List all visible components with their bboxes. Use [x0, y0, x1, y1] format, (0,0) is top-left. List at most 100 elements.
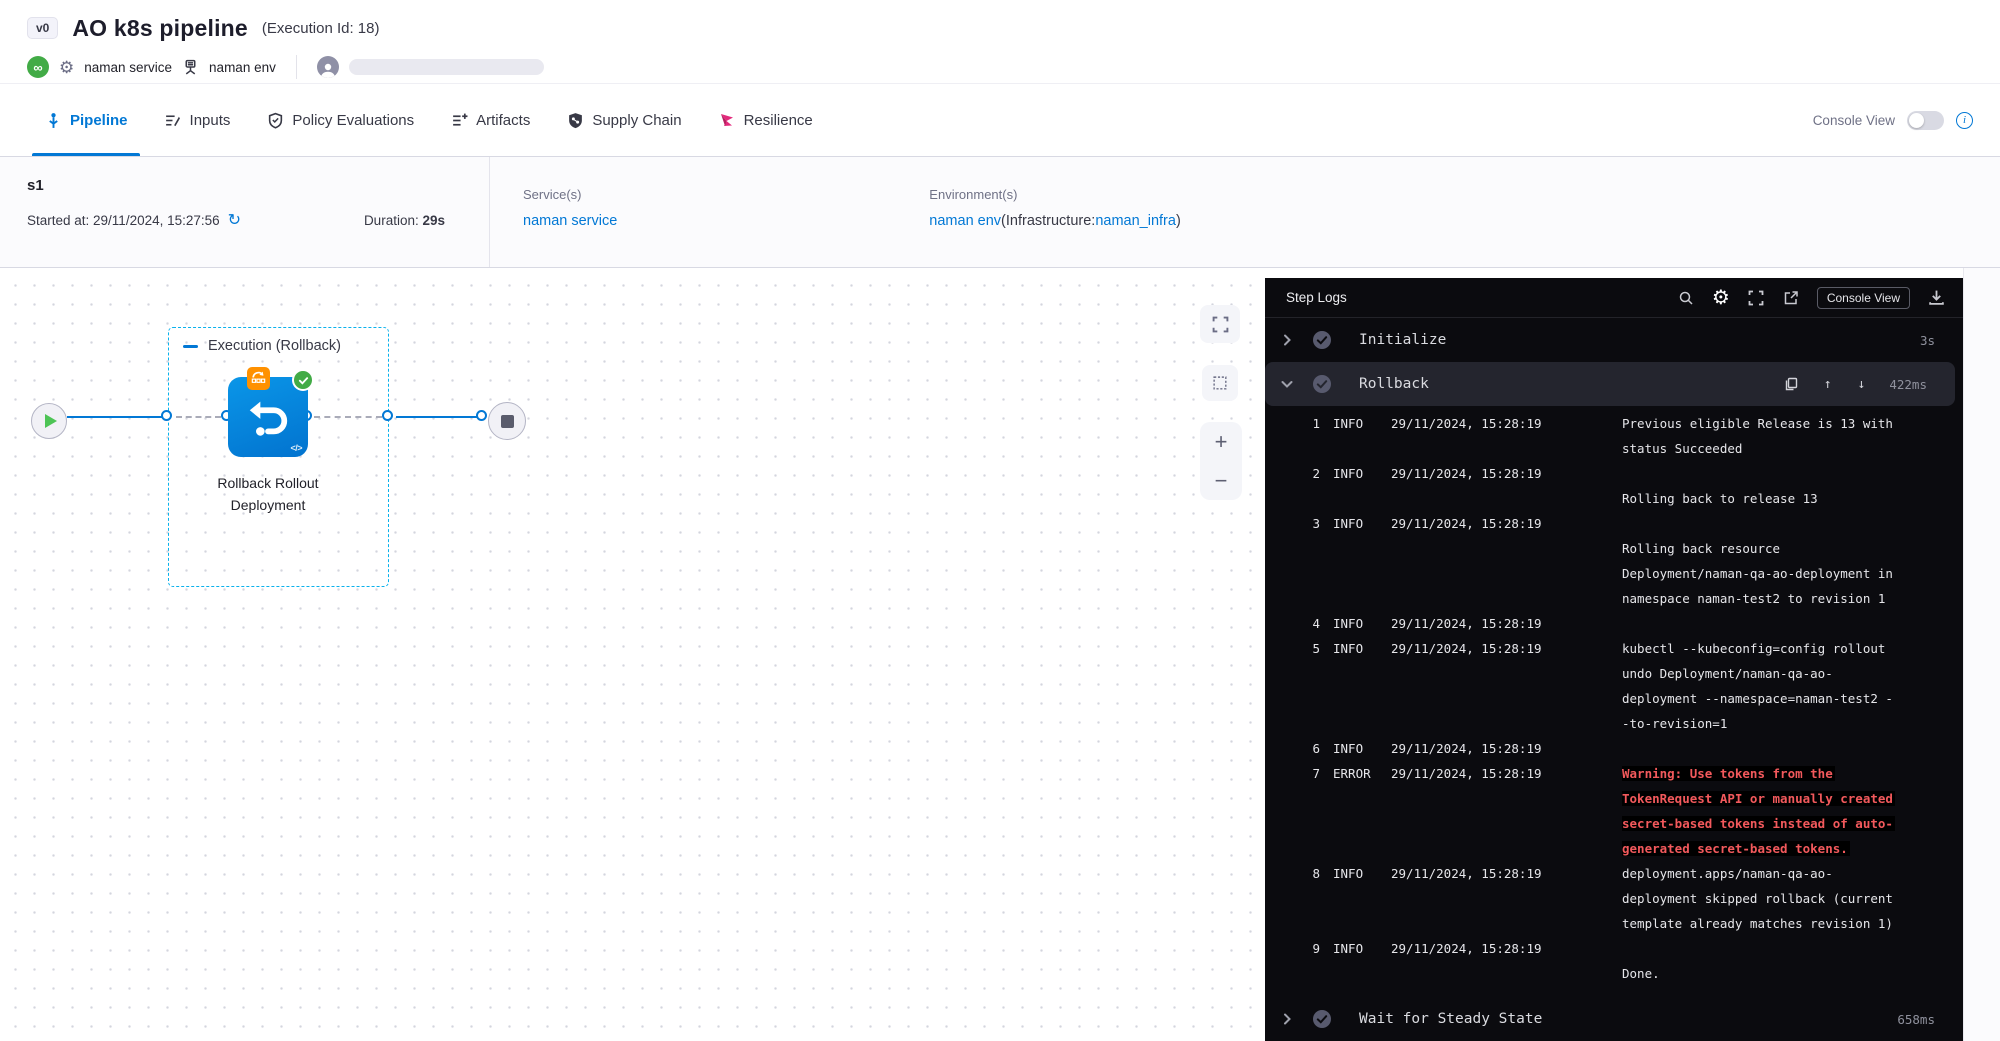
log-search-icon[interactable]: [1677, 289, 1695, 307]
log-entry: 2INFO29/11/2024, 15:28:19 Rolling back t…: [1265, 461, 1963, 511]
log-message: kubectl --kubeconfig=config rolloutundo …: [1622, 636, 1963, 736]
play-icon: [45, 414, 57, 428]
log-message: Previous eligible Release is 13 withstat…: [1622, 411, 1963, 461]
log-timestamp: 29/11/2024, 15:28:19: [1391, 411, 1559, 436]
section-name: Initialize: [1359, 332, 1446, 348]
log-level: INFO: [1333, 511, 1391, 536]
zoom-out-button[interactable]: −: [1215, 470, 1228, 492]
log-fullscreen-icon[interactable]: [1747, 289, 1765, 307]
zoom-in-button[interactable]: +: [1215, 431, 1228, 453]
download-logs-icon[interactable]: [1927, 289, 1945, 307]
info-icon[interactable]: i: [1956, 112, 1973, 129]
execution-history-icon[interactable]: ↻: [228, 210, 241, 230]
right-page-gutter: [1963, 268, 2000, 1041]
step-node-label[interactable]: Rollback RolloutDeployment: [168, 472, 368, 517]
tab-pipeline-label: Pipeline: [70, 112, 128, 129]
console-view-toggle[interactable]: [1907, 111, 1944, 130]
stage-summary-bar: s1 Started at: 29/11/2024, 15:27:56 ↻ Du…: [0, 157, 2000, 268]
header-environment-name[interactable]: naman env: [209, 60, 276, 75]
tab-artifacts-label: Artifacts: [476, 112, 530, 129]
log-entry: 7ERROR29/11/2024, 15:28:19Warning: Use t…: [1265, 761, 1963, 861]
service-link[interactable]: naman service: [523, 213, 617, 229]
header-divider: [296, 55, 297, 79]
section-duration: 422ms: [1889, 377, 1927, 392]
edge-start: [67, 416, 162, 418]
collapse-group-icon[interactable]: [183, 345, 198, 348]
section-name: Rollback: [1359, 376, 1429, 392]
log-entry: 6 INFO29/11/2024, 15:28:19: [1265, 736, 1963, 761]
scroll-down-icon[interactable]: ↓: [1858, 377, 1866, 392]
log-settings-icon[interactable]: ⚙: [1712, 288, 1730, 308]
chevron-right-icon[interactable]: [1277, 1013, 1297, 1025]
log-timestamp: 29/11/2024, 15:28:19: [1391, 736, 1559, 761]
connector-ring[interactable]: [476, 410, 487, 421]
log-line-number: 5: [1265, 636, 1320, 661]
tab-policy-evaluations-label: Policy Evaluations: [292, 112, 414, 129]
connector-ring[interactable]: [382, 410, 393, 421]
copy-logs-icon[interactable]: [1784, 377, 1798, 391]
pipeline-end-node[interactable]: [488, 402, 526, 440]
step-success-icon: [1311, 373, 1333, 395]
log-entry: 8INFO29/11/2024, 15:28:19deployment.apps…: [1265, 861, 1963, 936]
rollback-arrow-icon: [245, 394, 291, 440]
log-lines-container[interactable]: 1INFO29/11/2024, 15:28:19Previous eligib…: [1265, 406, 1963, 997]
log-level: INFO: [1333, 461, 1391, 486]
scroll-up-icon[interactable]: ↑: [1824, 377, 1832, 392]
edge-dashed-left: [176, 416, 221, 418]
canvas-select-button[interactable]: [1202, 365, 1238, 401]
log-timestamp: 29/11/2024, 15:28:19: [1391, 611, 1559, 636]
chevron-down-icon[interactable]: [1277, 378, 1297, 390]
duration-text: Duration: 29s: [364, 213, 489, 228]
tab-resilience[interactable]: Resilience: [718, 84, 813, 156]
tab-inputs[interactable]: Inputs: [164, 84, 231, 156]
stage-name[interactable]: s1: [27, 177, 489, 194]
log-section-initialize[interactable]: Initialize 3s: [1265, 318, 1963, 362]
chevron-right-icon[interactable]: [1277, 334, 1297, 346]
log-timestamp: 29/11/2024, 15:28:19: [1391, 761, 1559, 786]
infrastructure-link: naman_infra: [1095, 213, 1176, 229]
tab-supply-chain[interactable]: Supply Chain: [566, 84, 681, 156]
log-console-view-button[interactable]: Console View: [1817, 287, 1910, 309]
tab-artifacts[interactable]: Artifacts: [450, 84, 530, 156]
log-entry: 5INFO29/11/2024, 15:28:19kubectl --kubec…: [1265, 636, 1963, 736]
execution-group-box[interactable]: [168, 327, 389, 587]
log-entry: 4INFO29/11/2024, 15:28:19: [1265, 611, 1963, 636]
step-logs-panel: Step Logs ⚙ Console View: [1265, 278, 1963, 1041]
user-identity-redacted: [349, 59, 544, 75]
main-area: Execution (Rollback) </>: [0, 268, 2000, 1041]
log-line-number: 6: [1265, 736, 1320, 761]
log-level: INFO: [1333, 936, 1391, 961]
tab-pipeline[interactable]: Pipeline: [44, 84, 128, 156]
pipeline-start-node[interactable]: [31, 403, 67, 439]
environment-rack-icon: [182, 59, 199, 76]
page-header: v0 AO k8s pipeline (Execution Id: 18) ∞ …: [0, 0, 2000, 84]
policy-shield-icon: [266, 111, 284, 129]
pipeline-canvas[interactable]: Execution (Rollback) </>: [0, 268, 1265, 1041]
log-line-number: 4: [1265, 611, 1320, 636]
header-service-name[interactable]: naman service: [84, 60, 172, 75]
tab-policy-evaluations[interactable]: Policy Evaluations: [266, 84, 414, 156]
step-success-icon: [1311, 329, 1333, 351]
log-timestamp: 29/11/2024, 15:28:19: [1391, 861, 1559, 886]
log-message: Rolling back resourceDeployment/naman-qa…: [1622, 511, 1963, 611]
log-level: INFO: [1333, 736, 1391, 761]
tab-supply-chain-label: Supply Chain: [592, 112, 681, 129]
stop-icon: [501, 415, 514, 428]
connector-ring[interactable]: [161, 410, 172, 421]
open-in-new-icon[interactable]: [1782, 289, 1800, 307]
log-line-number: 2: [1265, 461, 1320, 486]
supply-chain-shield-icon: [566, 111, 584, 129]
log-level: INFO: [1333, 861, 1391, 886]
step-success-icon: [1311, 1008, 1333, 1030]
environment-link[interactable]: naman env(Infrastructure:naman_infra): [929, 213, 1180, 229]
log-message: Done.: [1622, 936, 1963, 986]
version-badge[interactable]: v0: [27, 17, 58, 39]
edge-end: [396, 416, 478, 418]
cd-module-icon: ∞: [27, 56, 49, 78]
log-section-wait-for-steady-state[interactable]: Wait for Steady State 658ms: [1265, 997, 1963, 1041]
tab-inputs-label: Inputs: [190, 112, 231, 129]
log-section-rollback[interactable]: Rollback ↑ ↓ 422ms: [1265, 362, 1955, 406]
console-view-label: Console View: [1813, 113, 1895, 128]
canvas-fullscreen-button[interactable]: [1200, 305, 1240, 343]
log-timestamp: 29/11/2024, 15:28:19: [1391, 936, 1559, 961]
